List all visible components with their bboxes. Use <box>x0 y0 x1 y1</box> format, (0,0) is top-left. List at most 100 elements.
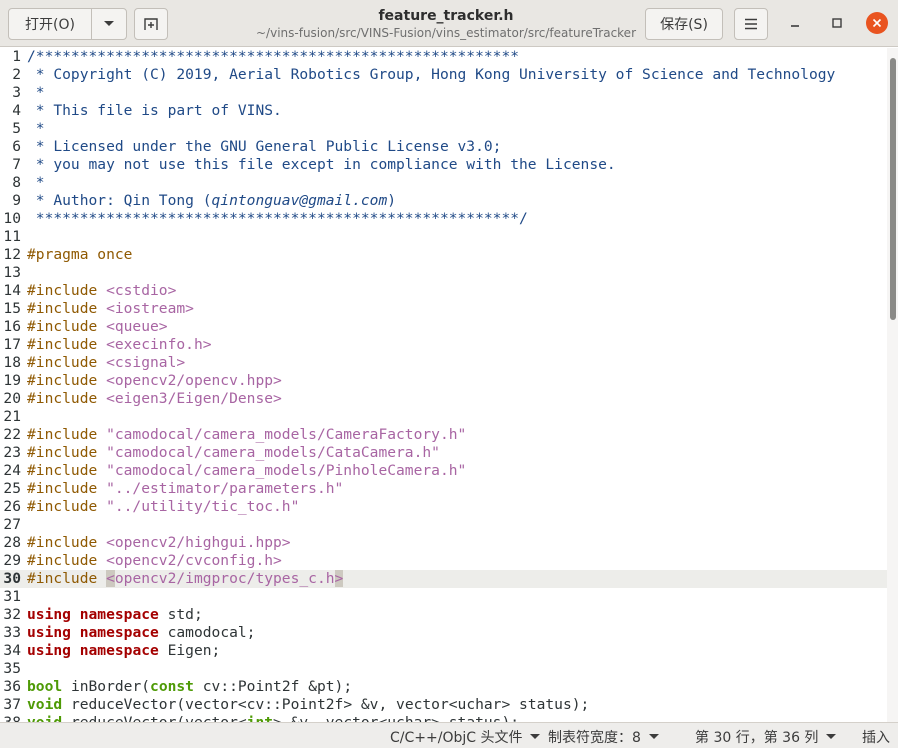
code-line[interactable]: 38 void reduceVector(vector<int> &v, vect… <box>0 714 887 722</box>
code-line[interactable]: 16 #include <queue> <box>0 318 887 336</box>
code-line[interactable]: 31 <box>0 588 887 606</box>
code-line[interactable]: 28 #include <opencv2/highgui.hpp> <box>0 534 887 552</box>
code-line[interactable]: 18 #include <csignal> <box>0 354 887 372</box>
code-line[interactable]: 3 * <box>0 84 887 102</box>
keyword-token: using <box>27 642 71 659</box>
cursor-position-label: 第 30 行，第 36 列 <box>695 730 819 746</box>
line-code: #include "../estimator/parameters.h" <box>27 480 343 498</box>
code-line[interactable]: 32 using namespace std; <box>0 606 887 624</box>
line-code: bool inBorder(const cv::Point2f &pt); <box>27 678 352 696</box>
code-line[interactable]: 23 #include "camodocal/camera_models/Cata… <box>0 444 887 462</box>
code-line[interactable]: 33 using namespace camodocal; <box>0 624 887 642</box>
code-line[interactable]: 29 #include <opencv2/cvconfig.h> <box>0 552 887 570</box>
code-line[interactable]: 5 * <box>0 120 887 138</box>
line-code: void reduceVector(vector<cv::Point2f> &v… <box>27 696 589 714</box>
code-token: reduceVector(vector< <box>62 714 247 722</box>
line-number: 20 <box>3 390 21 407</box>
code-token: > &v, vector<uchar> status); <box>273 714 519 722</box>
code-editor[interactable]: 1 /**************************************… <box>0 48 887 722</box>
code-line[interactable]: 20 #include <eigen3/Eigen/Dense> <box>0 390 887 408</box>
comment-token: * <box>27 174 45 191</box>
preprocessor-token: #include <box>27 462 107 479</box>
string-token: "camodocal/camera_models/CataCamera.h" <box>106 444 440 461</box>
open-button[interactable]: 打开(O) <box>8 8 92 40</box>
code-token: cv::Point2f &pt); <box>193 678 353 695</box>
type-token: void <box>27 714 62 722</box>
code-line[interactable]: 10 *************************************… <box>0 210 887 228</box>
document-path: ~/vins-fusion/src/VINS-Fusion/vins_estim… <box>256 26 636 40</box>
code-line[interactable]: 4 * This file is part of VINS. <box>0 102 887 120</box>
code-line[interactable]: 13 <box>0 264 887 282</box>
code-line[interactable]: 1 /**************************************… <box>0 48 887 66</box>
line-number: 31 <box>3 588 21 605</box>
save-button[interactable]: 保存(S) <box>645 8 723 40</box>
code-line[interactable]: 15 #include <iostream> <box>0 300 887 318</box>
line-number: 8 <box>12 174 21 191</box>
code-line[interactable]: 11 <box>0 228 887 246</box>
hamburger-menu-icon <box>745 18 757 30</box>
menu-button[interactable] <box>734 8 768 40</box>
code-line[interactable]: 25 #include "../estimator/parameters.h" <box>0 480 887 498</box>
line-number: 9 <box>12 192 21 209</box>
line-number: 24 <box>3 462 21 479</box>
comment-token: ) <box>387 192 397 209</box>
keyword-token: namespace <box>79 642 159 659</box>
keyword-token: namespace <box>79 624 159 641</box>
tab-width-label: 制表符宽度：8 <box>548 730 641 746</box>
line-code: using namespace camodocal; <box>27 624 255 642</box>
line-code: * Author: Qin Tong (qintonguav@gmail.com… <box>27 192 396 210</box>
preprocessor-token: #include <box>27 390 107 407</box>
line-number: 6 <box>12 138 21 155</box>
code-line[interactable]: 8 * <box>0 174 887 192</box>
type-token: const <box>150 678 194 695</box>
code-line[interactable]: 22 #include "camodocal/camera_models/Came… <box>0 426 887 444</box>
code-line[interactable]: 12 #pragma once <box>0 246 887 264</box>
code-line[interactable]: 19 #include <opencv2/opencv.hpp> <box>0 372 887 390</box>
minimize-button[interactable] <box>784 12 806 34</box>
line-code: * This file is part of VINS. <box>27 102 282 120</box>
line-number: 14 <box>3 282 21 299</box>
tab-width-selector[interactable]: 制表符宽度：8 <box>548 727 659 747</box>
line-number: 15 <box>3 300 21 317</box>
code-line[interactable]: 2 * Copyright (C) 2019, Aerial Robotics … <box>0 66 887 84</box>
line-code: #pragma once <box>27 246 132 264</box>
preprocessor-token: #include <box>27 552 107 569</box>
new-tab-button[interactable] <box>134 8 168 40</box>
code-line[interactable]: 27 <box>0 516 887 534</box>
close-button[interactable] <box>866 12 888 34</box>
code-line[interactable]: 26 #include "../utility/tic_toc.h" <box>0 498 887 516</box>
comment-token: * Copyright (C) 2019, Aerial Robotics Gr… <box>27 66 836 83</box>
vertical-scrollbar[interactable] <box>887 48 898 722</box>
line-code: #include "../utility/tic_toc.h" <box>27 498 299 516</box>
preprocessor-token: #include <box>27 300 107 317</box>
chevron-down-icon <box>104 21 114 26</box>
comment-token: ****************************************… <box>27 210 528 227</box>
code-line[interactable]: 34 using namespace Eigen; <box>0 642 887 660</box>
cursor-position[interactable]: 第 30 行，第 36 列 <box>695 727 837 747</box>
line-number: 22 <box>3 426 21 443</box>
line-code: * Copyright (C) 2019, Aerial Robotics Gr… <box>27 66 836 84</box>
code-line[interactable]: 6 * Licensed under the GNU General Publi… <box>0 138 887 156</box>
code-line[interactable]: 35 <box>0 660 887 678</box>
code-line[interactable]: 9 * Author: Qin Tong (qintonguav@gmail.c… <box>0 192 887 210</box>
code-line[interactable]: 7 * you may not use this file except in … <box>0 156 887 174</box>
code-line[interactable]: 37 void reduceVector(vector<cv::Point2f> … <box>0 696 887 714</box>
string-token: "../estimator/parameters.h" <box>106 480 344 497</box>
language-selector[interactable]: C/C++/ObjC 头文件 <box>390 727 541 747</box>
code-line[interactable]: 36 bool inBorder(const cv::Point2f &pt); <box>0 678 887 696</box>
code-line[interactable]: 17 #include <execinfo.h> <box>0 336 887 354</box>
code-line[interactable]: 14 #include <cstdio> <box>0 282 887 300</box>
code-line[interactable]: 21 <box>0 408 887 426</box>
code-line[interactable]: 30 #include <opencv2/imgproc/types_c.h> <box>0 570 887 588</box>
bracket-match-token: > <box>334 570 344 587</box>
code-line[interactable]: 24 #include "camodocal/camera_models/Pinh… <box>0 462 887 480</box>
line-code: #include <opencv2/imgproc/types_c.h> <box>27 570 344 588</box>
scrollbar-thumb[interactable] <box>890 58 896 320</box>
string-token: <csignal> <box>106 354 186 371</box>
line-code: using namespace std; <box>27 606 203 624</box>
line-number: 1 <box>12 48 21 65</box>
preprocessor-token: #include <box>27 534 107 551</box>
maximize-button[interactable] <box>826 12 848 34</box>
open-dropdown-button[interactable] <box>91 8 127 40</box>
